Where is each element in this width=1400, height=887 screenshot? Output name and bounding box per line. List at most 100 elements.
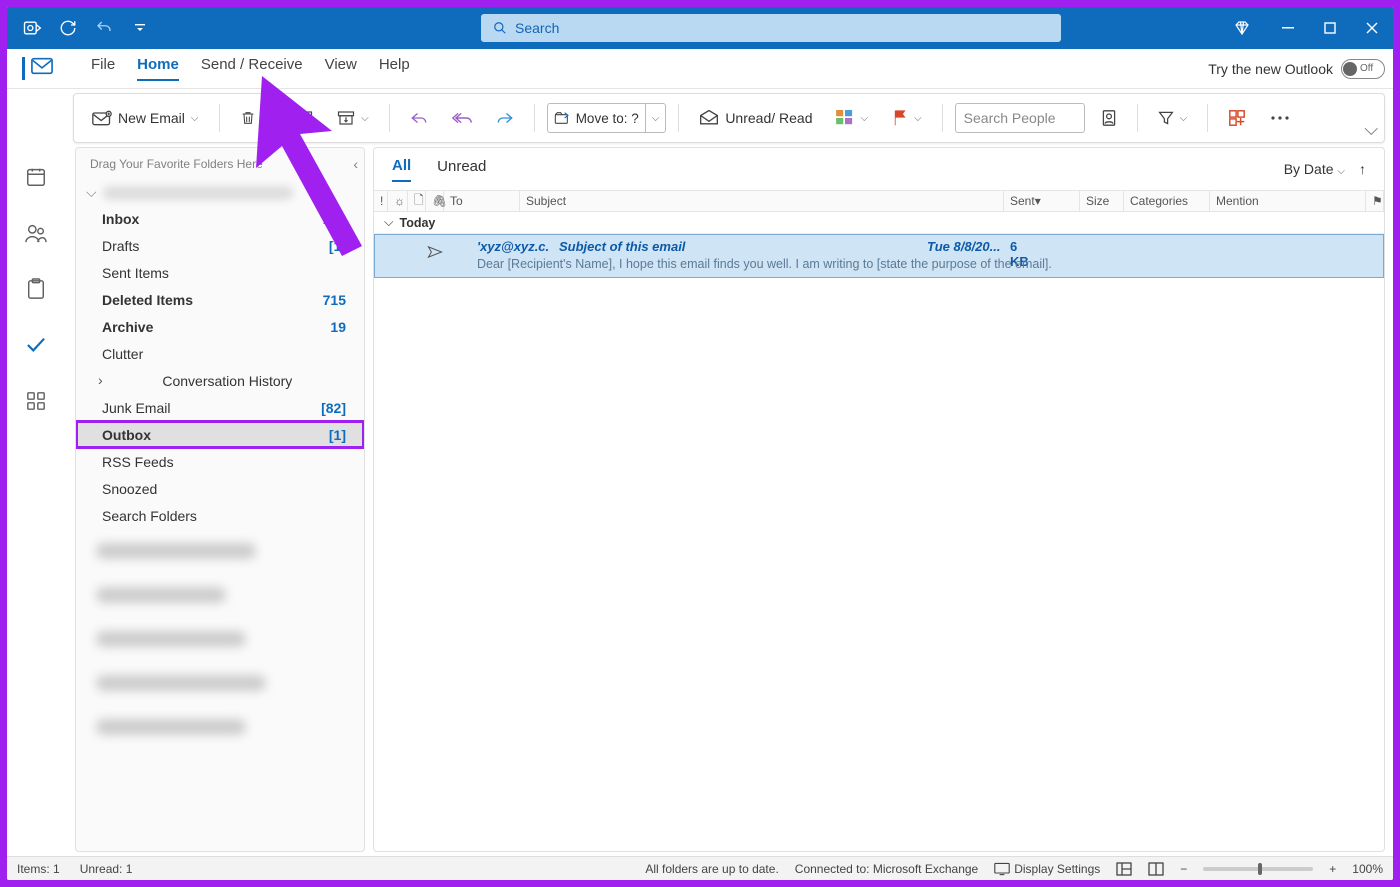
- chevron-down-icon: ⌵: [86, 184, 97, 201]
- folder-drafts[interactable]: Drafts[1]: [76, 232, 364, 259]
- people-rail-icon[interactable]: [24, 221, 48, 245]
- filter-button[interactable]: ⌵: [1150, 102, 1196, 134]
- search-placeholder: Search: [515, 20, 559, 36]
- menu-sendreceive[interactable]: Send / Receive: [201, 56, 303, 81]
- outlook-logo-icon: [21, 17, 43, 39]
- account-row[interactable]: ⌵: [76, 180, 364, 205]
- addins-button[interactable]: [1220, 102, 1254, 134]
- search-box[interactable]: Search: [481, 14, 1061, 42]
- folder-snoozed[interactable]: Snoozed: [76, 475, 364, 502]
- archive-button[interactable]: [287, 102, 321, 134]
- search-people-input[interactable]: Search People: [955, 103, 1085, 133]
- forward-button[interactable]: [488, 102, 522, 134]
- menu-home[interactable]: Home: [137, 56, 179, 81]
- reminder-col-icon[interactable]: ☼: [388, 191, 408, 211]
- new-email-button[interactable]: New Email ⌵: [84, 102, 207, 134]
- sort-by-date[interactable]: By Date ⌵: [1284, 161, 1345, 177]
- attachment-col-icon[interactable]: 🖇: [426, 191, 444, 211]
- move-to-dropdown[interactable]: Move to: ? ⌵: [547, 103, 667, 133]
- group-today[interactable]: ⌵ Today: [374, 212, 1384, 234]
- zoom-slider[interactable]: [1203, 867, 1313, 871]
- zoom-in-button[interactable]: +: [1329, 862, 1336, 876]
- minimize-button[interactable]: [1281, 21, 1295, 35]
- tasks-rail-icon[interactable]: [24, 277, 48, 301]
- status-connection: Connected to: Microsoft Exchange: [795, 862, 978, 876]
- menu-file[interactable]: File: [91, 56, 115, 81]
- titlebar: Search: [7, 7, 1393, 49]
- categorize-button[interactable]: ⌵: [828, 102, 876, 134]
- status-items: Items: 1: [17, 862, 60, 876]
- chevron-down-icon[interactable]: ⌵: [272, 113, 280, 124]
- flag-col-icon[interactable]: ⚑: [1366, 191, 1384, 211]
- categories-col[interactable]: Categories: [1124, 191, 1210, 211]
- folder-rss-feeds[interactable]: RSS Feeds: [76, 448, 364, 475]
- try-new-outlook: Try the new Outlook Off: [1208, 59, 1385, 79]
- msg-to: 'xyz@xyz.c...: [477, 239, 549, 254]
- left-rail: [7, 147, 65, 856]
- sent-col[interactable]: Sent ▾: [1004, 191, 1080, 211]
- tab-unread[interactable]: Unread: [437, 158, 486, 181]
- chevron-down-icon[interactable]: ⌵: [191, 113, 199, 124]
- column-headers: ! ☼ 🗋 🖇 To Subject Sent ▾ Size Categorie…: [374, 190, 1384, 212]
- folder-search-folders[interactable]: Search Folders: [76, 502, 364, 529]
- menu-view[interactable]: View: [325, 56, 357, 81]
- move-button[interactable]: ⌵: [329, 102, 377, 134]
- other-accounts-blurred: [76, 529, 364, 749]
- folder-sent-items[interactable]: Sent Items: [76, 259, 364, 286]
- account-name-blurred: [103, 186, 293, 200]
- mention-col[interactable]: Mention: [1210, 191, 1366, 211]
- icon-col[interactable]: 🗋: [408, 191, 426, 211]
- calendar-rail-icon[interactable]: [24, 165, 48, 189]
- folder-outbox[interactable]: Outbox[1]: [76, 421, 364, 448]
- qat-dropdown-icon[interactable]: [129, 17, 151, 39]
- size-col[interactable]: Size: [1080, 191, 1124, 211]
- todo-rail-icon[interactable]: [24, 333, 48, 357]
- undo-icon[interactable]: [93, 17, 115, 39]
- more-button[interactable]: [1262, 102, 1298, 134]
- to-col[interactable]: To: [444, 191, 520, 211]
- msg-sent: Tue 8/8/20...: [927, 239, 1000, 254]
- message-list: All Unread By Date ⌵ ↑ ! ☼ 🗋 🖇 To Subjec…: [373, 147, 1385, 852]
- folder-inbox[interactable]: Inbox188: [76, 205, 364, 232]
- maximize-button[interactable]: [1323, 21, 1337, 35]
- favorites-hint: Drag Your Favorite Folders Here: [90, 157, 263, 171]
- folder-archive[interactable]: Archive19: [76, 313, 364, 340]
- ribbon-expand-icon[interactable]: ⌵: [1364, 119, 1378, 140]
- subject-col[interactable]: Subject: [520, 191, 1004, 211]
- folder-deleted-items[interactable]: Deleted Items715: [76, 286, 364, 313]
- flag-button[interactable]: ⌵: [884, 102, 930, 134]
- folder-junk-email[interactable]: Junk Email[82]: [76, 394, 364, 421]
- try-toggle[interactable]: Off: [1341, 59, 1385, 79]
- reply-all-button[interactable]: [444, 102, 480, 134]
- zoom-out-button[interactable]: −: [1180, 862, 1187, 876]
- tab-all[interactable]: All: [392, 157, 411, 182]
- mail-rail-icon[interactable]: [22, 57, 53, 80]
- menu-tabs: File Home Send / Receive View Help: [67, 56, 410, 81]
- reply-button[interactable]: [402, 102, 436, 134]
- sort-direction-icon[interactable]: ↑: [1359, 161, 1366, 177]
- outlook-app: Search File Home Send / Receive View Hel…: [7, 7, 1393, 880]
- address-book-button[interactable]: [1093, 102, 1125, 134]
- status-sync: All folders are up to date.: [645, 862, 778, 876]
- view-normal-icon[interactable]: [1116, 861, 1132, 877]
- display-settings-button[interactable]: Display Settings: [994, 862, 1100, 876]
- sync-icon[interactable]: [57, 17, 79, 39]
- collapse-icon[interactable]: ‹: [353, 156, 358, 172]
- apps-rail-icon[interactable]: [24, 389, 48, 413]
- message-item[interactable]: 'xyz@xyz.c... Subject of this email Tue …: [374, 234, 1384, 278]
- chevron-down-icon: ⌵: [384, 215, 393, 230]
- folder-conversation-history[interactable]: Conversation History: [76, 367, 364, 394]
- menu-help[interactable]: Help: [379, 56, 410, 81]
- status-unread: Unread: 1: [80, 862, 133, 876]
- msg-preview: Dear [Recipient's Name], I hope this ema…: [477, 257, 1052, 271]
- folder-clutter[interactable]: Clutter: [76, 340, 364, 367]
- zoom-level: 100%: [1352, 862, 1383, 876]
- menu-row: File Home Send / Receive View Help Try t…: [7, 49, 1393, 89]
- premium-icon[interactable]: [1231, 17, 1253, 39]
- view-reading-icon[interactable]: [1148, 861, 1164, 877]
- delete-button[interactable]: [232, 102, 264, 134]
- send-icon: [427, 245, 443, 262]
- close-button[interactable]: [1365, 21, 1379, 35]
- unread-read-button[interactable]: Unread/ Read: [691, 102, 820, 134]
- status-bar: Items: 1 Unread: 1 All folders are up to…: [7, 856, 1393, 880]
